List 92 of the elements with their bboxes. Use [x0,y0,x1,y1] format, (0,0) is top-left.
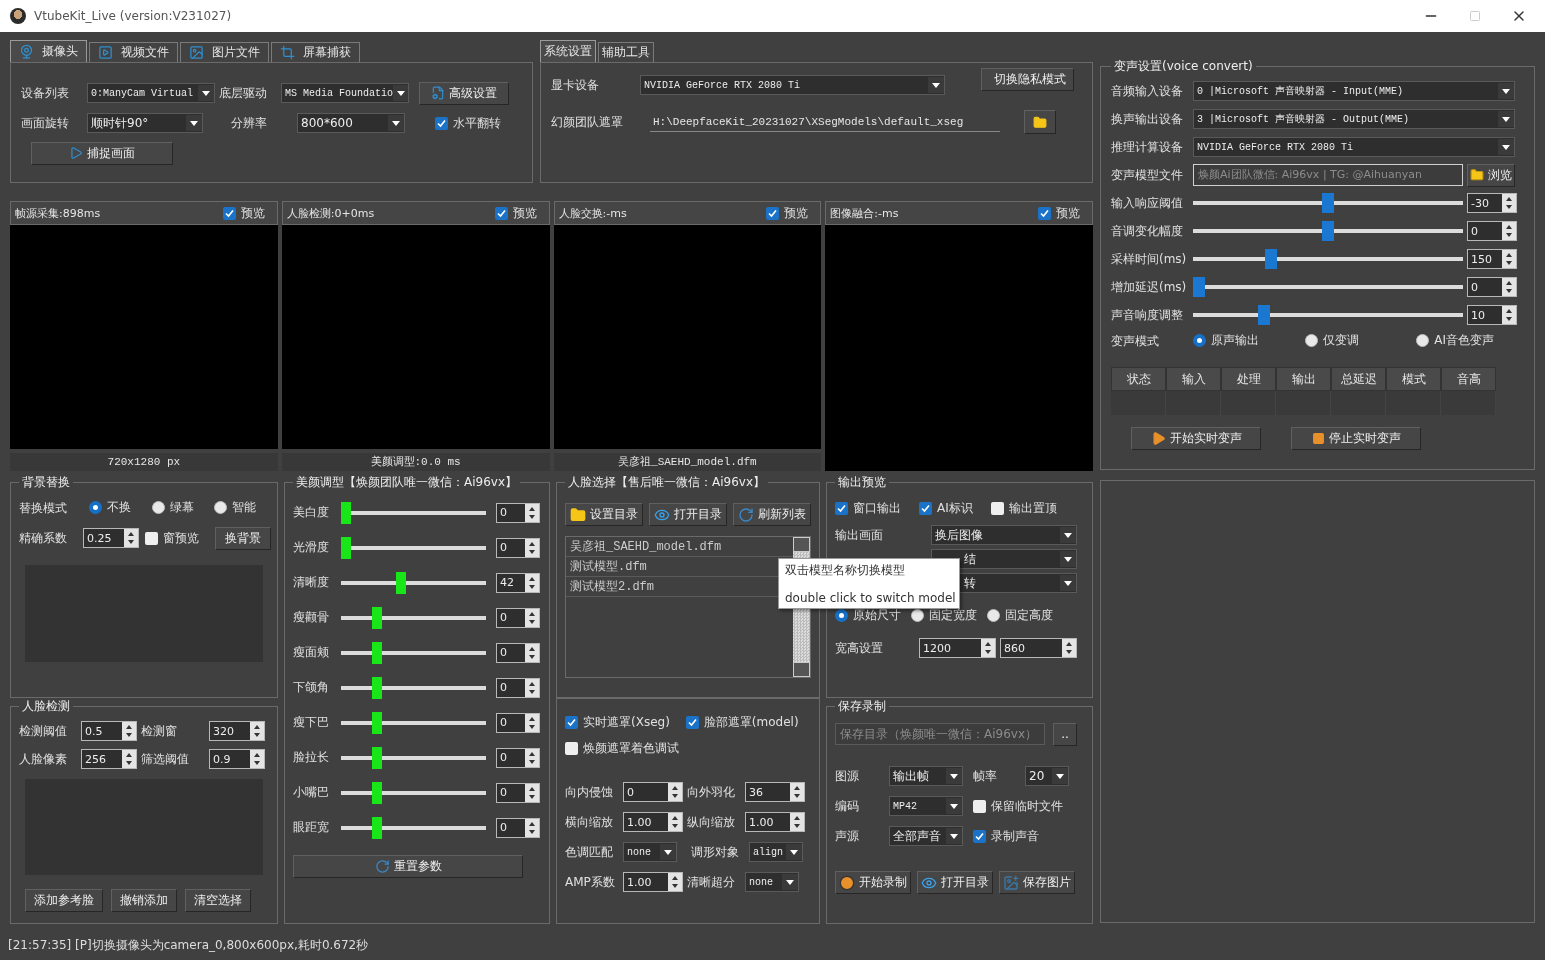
group-title: 输出预览 [837,474,887,491]
field-label: 眼距宽 [293,819,330,836]
field-label: 音频输入设备 [1111,82,1184,100]
checkbox-label: 实时遮罩(Xseg) [583,713,670,731]
field-label: 瘦下巴 [293,714,330,731]
preview-title: 帧源采集:898ms [15,205,101,221]
field-label: 美白度 [293,504,330,521]
checkbox-label: 预览 [512,204,537,222]
column-header: 输出 [1276,367,1331,391]
field-label: 帧率 [973,767,998,785]
radio-label: 固定宽度 [929,606,977,624]
field-label: 编码 [835,797,860,815]
preview-caption: 吴彦祖_SAEHD_model.dfm [553,453,822,471]
column-header: 模式 [1386,367,1441,391]
preview-caption: 720x1280 px [10,453,278,471]
field-label: 检测阈值 [19,722,68,740]
checkbox-label: 输出置顶 [1008,499,1057,517]
group-title: 美颜调型【焕颜团队唯一微信：Ai96vx】 [295,474,518,491]
field-label: 小嘴巴 [293,784,330,801]
checkbox-label: 水平翻转 [453,114,501,132]
checkbox-label: 预览 [1056,204,1080,222]
group-title: 变声设置(voice convert) [1113,58,1254,75]
field-label: 音调变化幅度 [1111,222,1184,240]
radio-label: AI音色变声 [1434,332,1495,349]
checkbox-label: 窗预览 [163,529,199,547]
field-label: 清晰超分 [687,873,736,891]
field-label: 检测窗 [141,722,178,740]
radio-label: 原声输出 [1211,332,1259,349]
field-label: 精确系数 [19,529,68,547]
field-label: 变声模式 [1111,332,1160,350]
radio-label: 仅变调 [1322,332,1359,349]
field-label: 增加延迟(ms) [1111,278,1188,296]
column-header: 输入 [1166,367,1221,391]
group-title: 人脸选择【售后唯一微信：Ai96vx】 [567,474,766,491]
field-label: 瘦面颊 [293,644,330,661]
radio-label: 原始尺寸 [853,606,901,624]
checkbox-label: 焕颜遮罩着色调试 [583,739,679,757]
field-label: 设备列表 [21,84,70,102]
group-title: 人脸检测 [21,698,71,715]
radio-label: 智能 [232,499,257,516]
checkbox-label: 保留临时文件 [991,797,1063,815]
checkbox-label: 窗口输出 [853,499,901,517]
field-label: 调形对象 [691,843,740,861]
field-label: AMP系数 [565,873,616,891]
field-label: 清晰度 [293,574,330,591]
field-label: 横向缩放 [565,813,614,831]
radio-label: 固定高度 [1005,606,1053,624]
field-label: 人脸像素 [19,750,68,768]
field-label: 显卡设备 [551,76,600,94]
field-label: 画面旋转 [21,114,70,132]
field-label: 纵向缩放 [687,813,736,831]
checkbox-label: 脸部遮罩(model) [703,713,799,731]
field-label: 宽高设置 [835,639,884,657]
field-label: 筛选阈值 [141,750,190,768]
field-label: 换声输出设备 [1111,110,1184,128]
preview-caption: 美颜调型:0.0 ms [281,453,550,471]
field-label: 下颌角 [293,679,330,696]
field-label: 向外羽化 [687,783,736,801]
field-label: 输出画面 [835,526,884,544]
field-label: 采样时间(ms) [1111,250,1188,268]
field-label: 光滑度 [293,539,330,556]
field-label: 输入响应阈值 [1111,194,1184,212]
field-label: 分辨率 [231,114,268,132]
field-label: 替换模式 [19,499,68,517]
preview-title: 人脸交换:-ms [558,205,627,221]
preview-title: 人脸检测:0+0ms [286,205,375,221]
group-title: 背景替换 [21,474,71,491]
preview-title: 图像融合:-ms [830,205,899,221]
checkbox-label: AI标识 [937,499,973,517]
field-label: 变声模型文件 [1111,166,1184,184]
field-label: 幻颜团队遮罩 [551,113,624,131]
column-header: 状态 [1111,367,1166,391]
field-label: 声音响度调整 [1111,306,1184,324]
field-label: 声源 [835,827,860,845]
status-message: [21:57:35] [P]切换摄像头为camera_0,800x600px,耗时0.672秒 [7,937,370,954]
radio-label: 绿幕 [169,499,194,516]
checkbox-label: 录制声音 [991,827,1039,845]
radio-label: 不换 [107,499,131,516]
field-label: 底层驱动 [219,84,268,102]
field-label: 脸拉长 [293,749,330,766]
field-label: 图源 [835,767,860,785]
column-header: 总延迟 [1331,367,1386,391]
window-title: VtubeKit_Live (version:V231027) [34,9,232,23]
field-label: 推理计算设备 [1111,138,1184,156]
group-title: 保存录制 [837,698,887,715]
column-header: 处理 [1221,367,1276,391]
checkbox-label: 预览 [784,204,809,222]
field-label: 色调匹配 [565,843,614,861]
checkbox-label: 预览 [240,204,265,222]
field-label: 向内侵蚀 [565,783,614,801]
column-header: 音高 [1441,367,1496,391]
field-label: 瘦颧骨 [293,609,330,626]
